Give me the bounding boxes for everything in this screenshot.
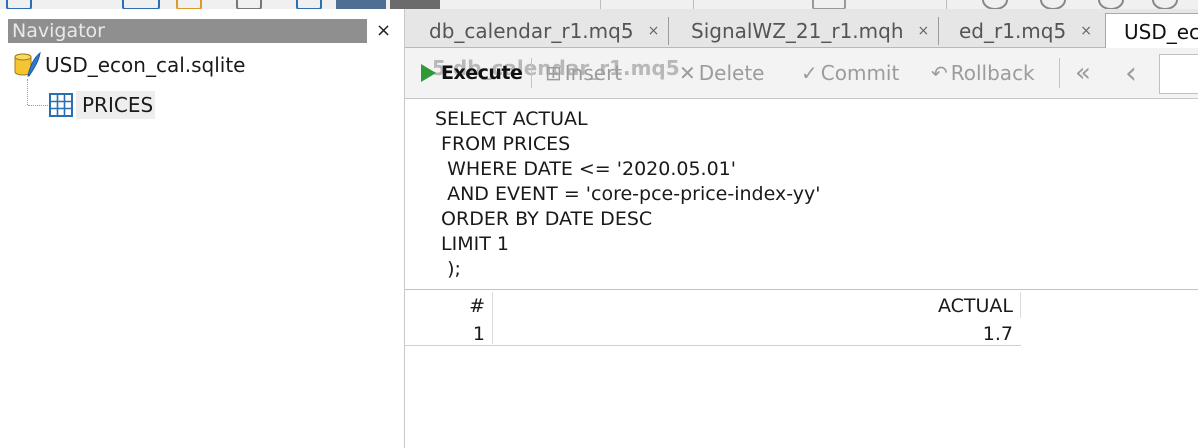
grid-divider (492, 292, 493, 344)
toolbar-icon[interactable] (176, 0, 202, 9)
toolbar-button[interactable] (390, 0, 440, 9)
toolbar-icon[interactable] (6, 0, 32, 9)
tab-separator (938, 17, 939, 45)
sql-query-text[interactable]: SELECT ACTUAL FROM PRICES WHERE DATE <= … (435, 107, 820, 282)
insert-label: Insert (564, 61, 623, 85)
record-position-input[interactable] (1159, 54, 1198, 94)
grid-header-row: # ACTUAL (405, 293, 1021, 319)
table-grid-icon (48, 92, 74, 118)
chevron-left-icon: ‹ (1125, 55, 1137, 91)
toolbar-separator (946, 0, 947, 9)
navigator-pane: Navigator × USD_econ_cal.sqlite PRICES (0, 9, 405, 448)
tab-ed-r1[interactable]: ed_r1.mq5 × (959, 15, 1092, 47)
table-row[interactable]: 1 1.7 (405, 321, 1021, 347)
undo-arrow-icon: ↶ (931, 61, 948, 85)
navigator-close-button[interactable]: × (376, 20, 391, 42)
editor-tabs: db_calendar_r1.mq5 × SignalWZ_21_r1.mqh … (405, 9, 1198, 49)
delete-label: Delete (698, 61, 765, 85)
rollback-label: Rollback (950, 61, 1035, 85)
previous-record-button[interactable]: ‹ (1125, 56, 1137, 91)
commit-label: Commit (820, 61, 900, 85)
tab-label: ed_r1.mq5 (959, 19, 1067, 43)
tab-close-button[interactable]: × (918, 23, 930, 39)
toolbar-icon[interactable] (982, 0, 1008, 9)
tree-connector (27, 79, 28, 105)
tab-close-button[interactable]: × (648, 23, 660, 39)
sql-editor[interactable]: SELECT ACTUAL FROM PRICES WHERE DATE <= … (405, 99, 1198, 290)
toolbar-separator (600, 0, 601, 9)
tree-node-table-prices[interactable]: PRICES (48, 91, 156, 119)
table-label: PRICES (76, 91, 156, 119)
delete-icon: ✕ (679, 61, 696, 85)
results-grid: # ACTUAL 1 1.7 (405, 290, 1198, 448)
toolbar-icon[interactable] (812, 0, 846, 9)
top-toolbar-strip (0, 0, 1198, 9)
tab-close-button[interactable]: × (1080, 23, 1092, 39)
navigator-title: Navigator (12, 20, 105, 42)
column-header-actual[interactable]: ACTUAL (493, 293, 1013, 319)
grid-divider (405, 345, 1021, 346)
commit-button[interactable]: ✓ Commit (801, 60, 899, 86)
execute-button[interactable]: Execute (421, 60, 523, 86)
navigator-header: Navigator (8, 19, 367, 43)
delete-button[interactable]: ✕ Delete (679, 60, 764, 86)
tree-node-database[interactable]: USD_econ_cal.sqlite (12, 51, 246, 78)
tab-db-calendar[interactable]: db_calendar_r1.mq5 × (429, 15, 659, 47)
insert-button[interactable]: ⊞ Insert (545, 60, 622, 86)
play-icon (421, 64, 436, 82)
tab-label: USD_ec (1124, 19, 1198, 44)
toolbar-icon[interactable] (236, 0, 262, 9)
query-toolbar: 5 db_calendar_r1.mq5 Execute ⊞ Insert ✕ … (405, 48, 1198, 99)
toolbar-icon[interactable] (1098, 0, 1124, 9)
toolbar-icon[interactable] (1152, 0, 1178, 9)
first-record-button[interactable]: « (1075, 58, 1091, 88)
tab-usd-econ-active[interactable]: USD_ec (1105, 13, 1198, 49)
toolbar-separator (1059, 58, 1060, 88)
execute-label: Execute (441, 62, 523, 84)
actual-value-cell[interactable]: 1.7 (493, 321, 1013, 347)
checkmark-icon: ✓ (801, 61, 818, 85)
tab-label: db_calendar_r1.mq5 (429, 19, 634, 43)
tab-signalwz[interactable]: SignalWZ_21_r1.mqh × (691, 15, 929, 47)
toolbar-icon[interactable] (296, 0, 322, 9)
toolbar-separator (693, 0, 694, 9)
double-chevron-left-icon: « (1075, 58, 1091, 88)
tree-connector (28, 105, 48, 106)
toolbar-button-active[interactable] (336, 0, 386, 9)
insert-icon: ⊞ (545, 61, 562, 85)
tab-separator (668, 17, 669, 45)
toolbar-icon[interactable] (1040, 0, 1066, 9)
grid-divider (1020, 292, 1021, 318)
row-index-cell: 1 (472, 323, 485, 345)
database-icon (12, 51, 42, 78)
toolbar-separator (531, 58, 532, 88)
database-label: USD_econ_cal.sqlite (45, 53, 246, 77)
toolbar-icon[interactable] (122, 0, 160, 9)
rollback-button[interactable]: ↶ Rollback (931, 60, 1035, 86)
column-header-index[interactable]: # (405, 293, 485, 319)
tab-label: SignalWZ_21_r1.mqh (691, 19, 904, 43)
